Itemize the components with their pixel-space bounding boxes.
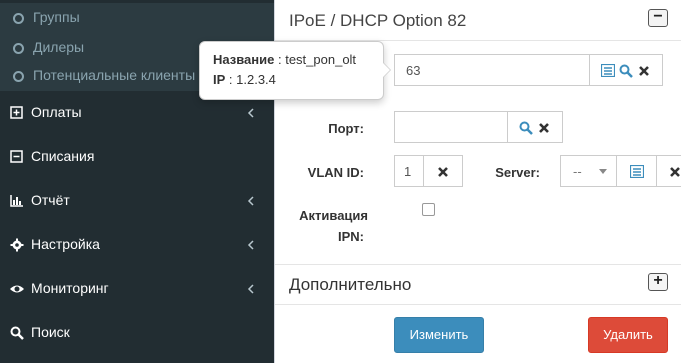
activation-ipn-checkbox[interactable] bbox=[422, 203, 435, 216]
divider bbox=[275, 304, 681, 305]
sidebar-item-label: Дилеры bbox=[33, 39, 85, 55]
sidebar-item-search[interactable]: Поиск bbox=[0, 311, 274, 355]
circle-icon bbox=[13, 71, 24, 82]
plus-icon: + bbox=[653, 272, 663, 289]
close-icon[interactable] bbox=[538, 122, 550, 134]
sidebar-item-groups[interactable]: Группы bbox=[0, 3, 274, 33]
minus-square-icon bbox=[10, 150, 23, 163]
port-label: Порт: bbox=[328, 121, 364, 136]
eye-icon bbox=[10, 285, 24, 293]
sidebar-item-write-offs[interactable]: Списания bbox=[0, 135, 274, 179]
sidebar-item-label: Потенциальные клиенты bbox=[33, 67, 196, 83]
tooltip-arrow-fill bbox=[383, 63, 390, 77]
port-field[interactable] bbox=[394, 111, 508, 143]
chevron-left-icon bbox=[247, 108, 254, 118]
server-value: -- bbox=[573, 164, 582, 179]
additional-section-title[interactable]: Дополнительно bbox=[289, 275, 411, 295]
sidebar-item-label: Списания bbox=[31, 148, 95, 164]
sidebar-item-label: Отчёт bbox=[31, 192, 70, 208]
expand-button[interactable]: + bbox=[648, 272, 668, 291]
caret-down-icon bbox=[599, 169, 607, 174]
tooltip-ip-value: : 1.2.3.4 bbox=[225, 72, 276, 87]
chevron-left-icon bbox=[247, 284, 254, 294]
tooltip-ip-row: IP : 1.2.3.4 bbox=[213, 72, 276, 87]
server-list-button[interactable] bbox=[616, 155, 657, 187]
nas-actions bbox=[589, 54, 663, 86]
circle-icon bbox=[13, 43, 24, 54]
nas-value: 63 bbox=[406, 63, 421, 78]
minus-icon: − bbox=[653, 8, 663, 25]
list-icon[interactable] bbox=[601, 64, 615, 77]
search-icon[interactable] bbox=[519, 121, 533, 135]
panel-title: IPoE / DHCP Option 82 bbox=[289, 11, 467, 30]
search-icon[interactable] bbox=[619, 64, 633, 78]
list-icon bbox=[630, 165, 644, 178]
search-icon bbox=[10, 326, 24, 340]
circle-icon bbox=[13, 13, 24, 24]
sidebar-item-label: Оплаты bbox=[31, 104, 82, 120]
activation-label: Активация bbox=[299, 208, 368, 223]
close-icon bbox=[670, 167, 680, 177]
close-icon[interactable] bbox=[638, 65, 650, 77]
sidebar-item-label: Настройка bbox=[31, 236, 100, 252]
vlan-value: 1 bbox=[404, 164, 412, 179]
tooltip-name-label: Название bbox=[213, 52, 275, 67]
chevron-left-icon bbox=[247, 240, 254, 250]
nas-tooltip: Название : test_pon_olt IP : 1.2.3.4 bbox=[199, 41, 391, 100]
close-icon bbox=[438, 167, 448, 177]
tooltip-name-value: : test_pon_olt bbox=[274, 52, 357, 67]
vlan-clear[interactable] bbox=[423, 155, 463, 187]
sidebar-item-report[interactable]: Отчёт bbox=[0, 179, 274, 223]
nas-field[interactable]: 63 bbox=[394, 54, 590, 86]
tooltip-ip-label: IP bbox=[213, 72, 226, 87]
vlan-label: VLAN ID: bbox=[307, 165, 364, 180]
bar-chart-icon bbox=[10, 195, 23, 207]
plus-square-icon bbox=[10, 106, 23, 119]
gear-icon bbox=[10, 238, 24, 252]
divider bbox=[275, 264, 681, 265]
sidebar-item-settings[interactable]: Настройка bbox=[0, 223, 274, 267]
server-select[interactable]: -- bbox=[560, 155, 617, 187]
sidebar-item-label: Группы bbox=[33, 9, 80, 25]
sidebar-item-label: Поиск bbox=[31, 324, 70, 340]
delete-button[interactable]: Удалить bbox=[588, 317, 668, 353]
chevron-left-icon bbox=[247, 196, 254, 206]
server-clear[interactable] bbox=[656, 155, 681, 187]
server-label: Server: bbox=[495, 165, 540, 180]
port-actions bbox=[507, 111, 563, 143]
vlan-field[interactable]: 1 bbox=[394, 155, 424, 187]
activation-label-ipn: IPN: bbox=[338, 229, 364, 244]
change-button[interactable]: Изменить bbox=[394, 317, 484, 353]
tooltip-name-row: Название : test_pon_olt bbox=[213, 52, 356, 67]
sidebar-item-monitoring[interactable]: Мониторинг bbox=[0, 267, 274, 311]
collapse-button[interactable]: − bbox=[648, 8, 668, 27]
sidebar-item-label: Мониторинг bbox=[31, 280, 109, 296]
